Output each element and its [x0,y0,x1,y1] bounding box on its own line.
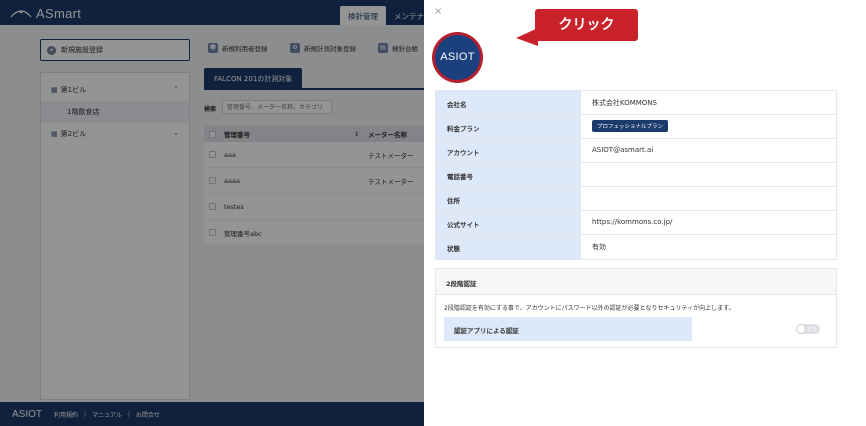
two-factor-description: 2段階認証を有効にする事で、アカウントにパスワード以外の認証が必要となりセキュリ… [444,305,735,312]
info-row-address: 住所 [436,187,836,211]
company-avatar[interactable]: ASIOT [432,32,483,83]
two-factor-app-row: 認証アプリによる認証 オフ [444,317,830,341]
info-label: 電話番号 [436,163,581,186]
plan-badge: プロフェッショナルプラン [592,120,669,132]
two-factor-app-value: オフ [692,317,830,341]
info-row-phone: 電話番号 [436,163,836,187]
info-row-company: 会社名 株式会社KOMMONS [436,91,836,115]
info-value [581,187,836,210]
avatar-text: ASIOT [435,35,480,80]
two-factor-toggle[interactable]: オフ [796,324,820,334]
info-value: 有効 [592,243,606,251]
info-row-website: 公式サイト https://kommons.co.jp/ [436,211,836,235]
info-value: ASIOT@asmart.ai [592,146,654,154]
info-row-plan: 料金プラン プロフェッショナルプラン [436,115,836,139]
info-label: 状態 [436,235,581,259]
company-info-table: 会社名 株式会社KOMMONS 料金プラン プロフェッショナルプラン アカウント… [435,90,837,260]
info-value: 株式会社KOMMONS [592,99,657,107]
info-label: 料金プラン [436,115,581,138]
info-label: アカウント [436,139,581,162]
toggle-knob [797,325,805,333]
info-row-account: アカウント ASIOT@asmart.ai [436,139,836,163]
two-factor-section: 2段階認証 2段階認証を有効にする事で、アカウントにパスワード以外の認証が必要と… [435,268,837,348]
click-callout: クリック [535,9,638,41]
info-value [581,163,836,186]
info-row-status: 状態 有効 [436,235,836,259]
info-value: https://kommons.co.jp/ [592,218,673,226]
info-value: プロフェッショナルプラン [581,115,836,138]
account-drawer: × ASIOT クリック 会社名 株式会社KOMMONS 料金プラン プロフェッ… [424,0,866,426]
info-label: 会社名 [436,91,581,114]
two-factor-title: 2段階認証 [436,269,836,295]
toggle-text: オフ [807,327,818,333]
info-label: 住所 [436,187,581,210]
two-factor-app-label: 認証アプリによる認証 [444,317,692,341]
close-icon[interactable]: × [434,6,442,17]
info-label: 公式サイト [436,211,581,234]
